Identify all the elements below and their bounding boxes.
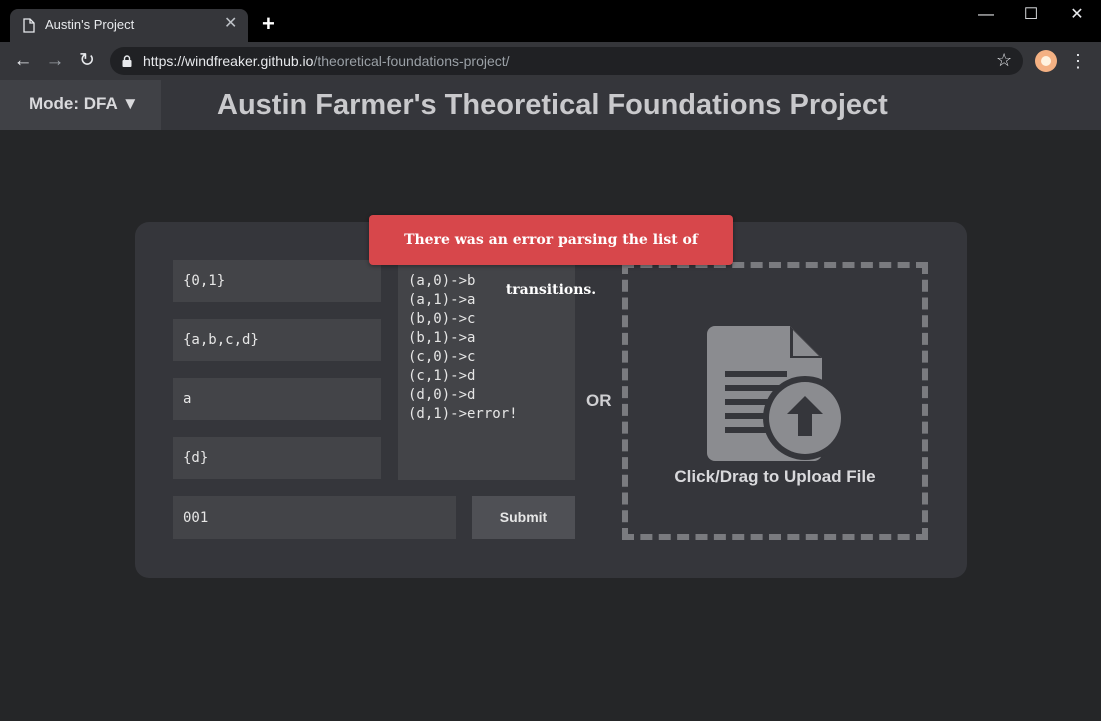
transition-line: (c,0)->c — [408, 349, 476, 365]
forward-icon[interactable]: → — [44, 51, 66, 71]
tab-title: Austin's Project — [45, 17, 135, 32]
url-text: https://windfreaker.github.io/theoretica… — [143, 53, 510, 69]
address-bar[interactable]: https://windfreaker.github.io/theoretica… — [110, 47, 1023, 75]
close-window-button[interactable]: ✕ — [1062, 4, 1092, 26]
file-upload-icon — [707, 326, 847, 461]
error-toast: There was an error parsing the list of t… — [369, 215, 733, 298]
url-path: /theoretical-foundations-project/ — [313, 53, 510, 69]
transition-line: (b,1)->a — [408, 330, 476, 346]
kebab-icon[interactable]: ⋮ — [1069, 51, 1087, 71]
browser-tab[interactable]: Austin's Project ✕ — [10, 9, 248, 42]
maximize-button[interactable]: ☐ — [1016, 4, 1046, 26]
accept-states-input[interactable]: {d} — [173, 437, 381, 479]
page-header: Mode: DFA ▼ Austin Farmer's Theoretical … — [0, 80, 1101, 130]
submit-button[interactable]: Submit — [472, 496, 575, 539]
upload-label: Click/Drag to Upload File — [674, 467, 876, 486]
avatar[interactable] — [1035, 50, 1057, 72]
transition-line: (d,1)->error! — [408, 406, 518, 422]
new-tab-button[interactable]: + — [262, 13, 275, 35]
input-string-field[interactable]: 001 — [173, 496, 456, 539]
or-label: OR — [586, 391, 612, 410]
minimize-button[interactable]: — — [971, 4, 1001, 26]
mode-label: Mode: DFA ▼ — [29, 94, 139, 113]
page-title: Austin Farmer's Theoretical Foundations … — [217, 89, 888, 121]
browser-tabstrip: Austin's Project ✕ + — ☐ ✕ — [0, 0, 1101, 42]
reload-icon[interactable]: ↻ — [76, 51, 98, 71]
start-state-input[interactable]: a — [173, 378, 381, 420]
doc-icon — [23, 18, 35, 33]
transition-line: (d,0)->d — [408, 387, 476, 403]
states-input[interactable]: {a,b,c,d} — [173, 319, 381, 361]
url-host: https://windfreaker.github.io — [143, 53, 314, 69]
transition-line: (c,1)->d — [408, 368, 476, 384]
file-upload-dropzone[interactable]: Click/Drag to Upload File — [622, 262, 928, 540]
lock-icon — [122, 55, 132, 67]
back-icon[interactable]: ← — [12, 51, 34, 71]
tab-close-icon[interactable]: ✕ — [224, 15, 237, 33]
mode-dropdown[interactable]: Mode: DFA ▼ — [0, 80, 161, 130]
star-icon[interactable]: ☆ — [996, 50, 1012, 71]
browser-toolbar: ← → ↻ https://windfreaker.github.io/theo… — [0, 42, 1101, 80]
alphabet-input[interactable]: {0,1} — [173, 260, 381, 302]
